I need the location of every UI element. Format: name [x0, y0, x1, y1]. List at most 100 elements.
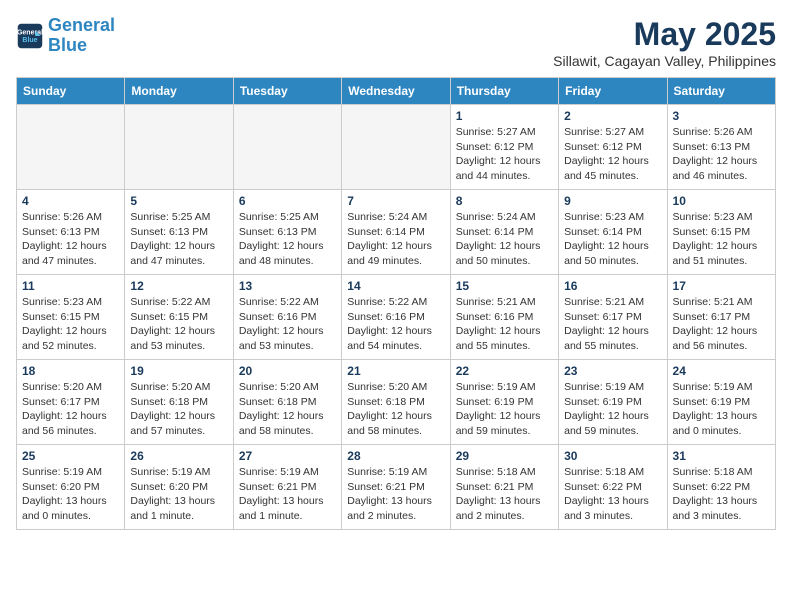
day-number: 26: [130, 449, 227, 463]
day-info: Sunrise: 5:26 AMSunset: 6:13 PMDaylight:…: [22, 210, 119, 269]
calendar-cell: 5Sunrise: 5:25 AMSunset: 6:13 PMDaylight…: [125, 190, 233, 275]
logo-line2: Blue: [48, 35, 87, 55]
week-row-1: 4 Sunrise: 5:26 AMSunset: 6:13 PMDaylight…: [17, 190, 776, 275]
day-number: 20: [239, 364, 336, 378]
day-number: 16: [564, 279, 661, 293]
calendar-cell: 20 Sunrise: 5:20 AMSunset: 6:18 PMDayligh…: [233, 360, 341, 445]
calendar-cell: 17 Sunrise: 5:21 AMSunset: 6:17 PMDayligh…: [667, 275, 775, 360]
calendar-cell: 24Sunrise: 5:19 AMSunset: 6:19 PMDayligh…: [667, 360, 775, 445]
day-number: 3: [673, 109, 770, 123]
week-row-4: 25 Sunrise: 5:19 AMSunset: 6:20 PMDayligh…: [17, 445, 776, 530]
day-number: 5: [130, 194, 227, 208]
day-info: Sunrise: 5:24 AMSunset: 6:14 PMDaylight:…: [347, 210, 444, 269]
day-info: Sunrise: 5:22 AMSunset: 6:16 PMDaylight:…: [347, 295, 444, 354]
calendar-cell: 2 Sunrise: 5:27 AMSunset: 6:12 PMDaylight…: [559, 105, 667, 190]
calendar-cell: 6 Sunrise: 5:25 AMSunset: 6:13 PMDaylight…: [233, 190, 341, 275]
calendar-cell: 14Sunrise: 5:22 AMSunset: 6:16 PMDayligh…: [342, 275, 450, 360]
day-header-thursday: Thursday: [450, 78, 558, 105]
day-info: Sunrise: 5:21 AMSunset: 6:16 PMDaylight:…: [456, 295, 553, 354]
day-info: Sunrise: 5:22 AMSunset: 6:15 PMDaylight:…: [130, 295, 227, 354]
calendar-cell: 21 Sunrise: 5:20 AMSunset: 6:18 PMDayligh…: [342, 360, 450, 445]
week-row-2: 11Sunrise: 5:23 AMSunset: 6:15 PMDayligh…: [17, 275, 776, 360]
day-info: Sunrise: 5:19 AMSunset: 6:19 PMDaylight:…: [456, 380, 553, 439]
month-title: May 2025: [553, 16, 776, 53]
day-info: Sunrise: 5:22 AMSunset: 6:16 PMDaylight:…: [239, 295, 336, 354]
day-number: 31: [673, 449, 770, 463]
day-number: 6: [239, 194, 336, 208]
day-number: 11: [22, 279, 119, 293]
day-number: 23: [564, 364, 661, 378]
calendar-cell: 30 Sunrise: 5:18 AMSunset: 6:22 PMDayligh…: [559, 445, 667, 530]
day-number: 4: [22, 194, 119, 208]
day-info: Sunrise: 5:19 AMSunset: 6:20 PMDaylight:…: [130, 465, 227, 524]
day-info: Sunrise: 5:24 AMSunset: 6:14 PMDaylight:…: [456, 210, 553, 269]
day-number: 18: [22, 364, 119, 378]
calendar-cell: 3 Sunrise: 5:26 AMSunset: 6:13 PMDaylight…: [667, 105, 775, 190]
calendar-cell: 31 Sunrise: 5:18 AMSunset: 6:22 PMDayligh…: [667, 445, 775, 530]
day-info: Sunrise: 5:20 AMSunset: 6:18 PMDaylight:…: [239, 380, 336, 439]
day-header-wednesday: Wednesday: [342, 78, 450, 105]
calendar-header-row: SundayMondayTuesdayWednesdayThursdayFrid…: [17, 78, 776, 105]
day-info: Sunrise: 5:20 AMSunset: 6:18 PMDaylight:…: [347, 380, 444, 439]
logo: General Blue General Blue: [16, 16, 115, 56]
logo-icon: General Blue: [16, 22, 44, 50]
day-info: Sunrise: 5:27 AMSunset: 6:12 PMDaylight:…: [456, 125, 553, 184]
day-number: 1: [456, 109, 553, 123]
day-header-saturday: Saturday: [667, 78, 775, 105]
calendar-cell: 22 Sunrise: 5:19 AMSunset: 6:19 PMDayligh…: [450, 360, 558, 445]
day-number: 30: [564, 449, 661, 463]
day-info: Sunrise: 5:19 AMSunset: 6:21 PMDaylight:…: [239, 465, 336, 524]
day-number: 7: [347, 194, 444, 208]
svg-text:Blue: Blue: [22, 37, 37, 44]
day-info: Sunrise: 5:18 AMSunset: 6:22 PMDaylight:…: [673, 465, 770, 524]
day-number: 25: [22, 449, 119, 463]
title-block: May 2025 Sillawit, Cagayan Valley, Phili…: [553, 16, 776, 69]
calendar-cell: 11Sunrise: 5:23 AMSunset: 6:15 PMDayligh…: [17, 275, 125, 360]
calendar-cell: 16Sunrise: 5:21 AMSunset: 6:17 PMDayligh…: [559, 275, 667, 360]
day-number: 19: [130, 364, 227, 378]
day-number: 24: [673, 364, 770, 378]
day-info: Sunrise: 5:18 AMSunset: 6:21 PMDaylight:…: [456, 465, 553, 524]
day-number: 21: [347, 364, 444, 378]
day-header-sunday: Sunday: [17, 78, 125, 105]
day-info: Sunrise: 5:26 AMSunset: 6:13 PMDaylight:…: [673, 125, 770, 184]
day-info: Sunrise: 5:19 AMSunset: 6:21 PMDaylight:…: [347, 465, 444, 524]
calendar-cell: 12 Sunrise: 5:22 AMSunset: 6:15 PMDayligh…: [125, 275, 233, 360]
calendar-cell: [125, 105, 233, 190]
calendar-cell: 26 Sunrise: 5:19 AMSunset: 6:20 PMDayligh…: [125, 445, 233, 530]
calendar-cell: [233, 105, 341, 190]
calendar-cell: [17, 105, 125, 190]
day-number: 2: [564, 109, 661, 123]
calendar-cell: [342, 105, 450, 190]
calendar-cell: 9 Sunrise: 5:23 AMSunset: 6:14 PMDaylight…: [559, 190, 667, 275]
day-info: Sunrise: 5:18 AMSunset: 6:22 PMDaylight:…: [564, 465, 661, 524]
calendar-cell: 23Sunrise: 5:19 AMSunset: 6:19 PMDayligh…: [559, 360, 667, 445]
calendar-cell: 8Sunrise: 5:24 AMSunset: 6:14 PMDaylight…: [450, 190, 558, 275]
calendar-cell: 28Sunrise: 5:19 AMSunset: 6:21 PMDayligh…: [342, 445, 450, 530]
calendar-cell: 1 Sunrise: 5:27 AMSunset: 6:12 PMDaylight…: [450, 105, 558, 190]
logo-text: General Blue: [48, 16, 115, 56]
day-number: 27: [239, 449, 336, 463]
day-number: 12: [130, 279, 227, 293]
calendar-cell: 27 Sunrise: 5:19 AMSunset: 6:21 PMDayligh…: [233, 445, 341, 530]
calendar-cell: 15Sunrise: 5:21 AMSunset: 6:16 PMDayligh…: [450, 275, 558, 360]
day-info: Sunrise: 5:23 AMSunset: 6:15 PMDaylight:…: [673, 210, 770, 269]
day-info: Sunrise: 5:23 AMSunset: 6:14 PMDaylight:…: [564, 210, 661, 269]
day-info: Sunrise: 5:25 AMSunset: 6:13 PMDaylight:…: [239, 210, 336, 269]
calendar-cell: 25 Sunrise: 5:19 AMSunset: 6:20 PMDayligh…: [17, 445, 125, 530]
day-number: 17: [673, 279, 770, 293]
day-header-tuesday: Tuesday: [233, 78, 341, 105]
day-info: Sunrise: 5:21 AMSunset: 6:17 PMDaylight:…: [673, 295, 770, 354]
page-header: General Blue General Blue May 2025 Silla…: [16, 16, 776, 69]
day-number: 29: [456, 449, 553, 463]
calendar-cell: 19Sunrise: 5:20 AMSunset: 6:18 PMDayligh…: [125, 360, 233, 445]
day-header-friday: Friday: [559, 78, 667, 105]
day-number: 10: [673, 194, 770, 208]
day-info: Sunrise: 5:27 AMSunset: 6:12 PMDaylight:…: [564, 125, 661, 184]
day-number: 13: [239, 279, 336, 293]
day-info: Sunrise: 5:19 AMSunset: 6:20 PMDaylight:…: [22, 465, 119, 524]
calendar-table: SundayMondayTuesdayWednesdayThursdayFrid…: [16, 77, 776, 530]
day-number: 9: [564, 194, 661, 208]
day-number: 22: [456, 364, 553, 378]
day-header-monday: Monday: [125, 78, 233, 105]
